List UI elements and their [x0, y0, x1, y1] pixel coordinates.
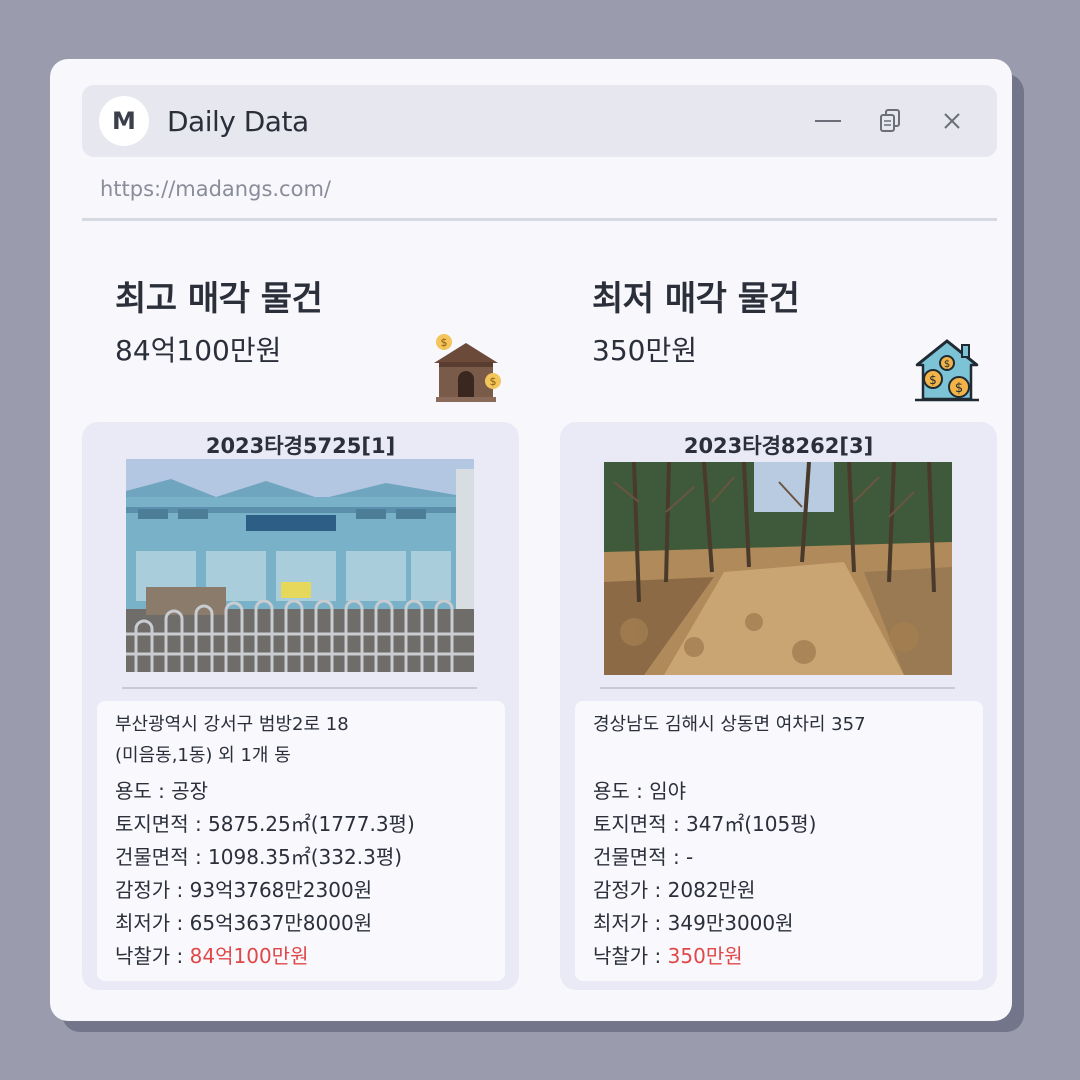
winning-bid-label: 낙찰가 : [593, 944, 668, 968]
header-divider [82, 218, 997, 221]
house-coins-icon: $ $ $ [915, 337, 979, 407]
svg-text:$: $ [441, 336, 448, 349]
card-divider [600, 687, 955, 689]
address: 부산광역시 강서구 범방2로 18 (미음동,1동) 외 1개 동 [115, 709, 487, 775]
winning-bid-value: 350만원 [667, 944, 743, 968]
winning-bid: 낙찰가 : 84억100만원 [115, 940, 487, 973]
app-logo: M [99, 96, 149, 146]
property-info: 부산광역시 강서구 범방2로 18 (미음동,1동) 외 1개 동 용도 : 공… [97, 701, 505, 981]
appraised-price: 감정가 : 2082만원 [593, 878, 756, 902]
appraised-price: 감정가 : 93억3768만2300원 [115, 878, 373, 902]
usage: 용도 : 공장 [115, 779, 209, 803]
lowest-heading: 최저 매각 물건 [592, 279, 800, 319]
url-text[interactable]: https://madangs.com/ [100, 177, 331, 201]
land-area: 토지면적 : 5875.25㎡(1777.3평) [115, 812, 415, 836]
factory-building-photo [126, 459, 474, 672]
app-window: M Daily Data https://madangs.com/ 최고 매각 … [50, 59, 1012, 1021]
land-area: 토지면적 : 347㎡(105평) [593, 812, 817, 836]
lowest-price: 350만원 [592, 334, 697, 367]
property-info: 경상남도 김해시 상동면 여차리 357 용도 : 임야 토지면적 : 347㎡… [575, 701, 983, 981]
close-button[interactable] [921, 101, 983, 141]
window-controls [797, 101, 983, 141]
case-number[interactable]: 2023타경5725[1] [82, 430, 519, 460]
building-area: 건물면적 : - [593, 845, 694, 869]
copy-button[interactable] [859, 101, 921, 141]
highest-card[interactable]: 2023타경5725[1] 부산광역시 강서구 범방2로 18 (미음동,1동)… [82, 422, 519, 990]
app-title: Daily Data [167, 104, 309, 138]
address-line-1: 부산광역시 강서구 범방2로 18 [115, 714, 349, 735]
copy-icon [880, 109, 900, 132]
winning-bid: 낙찰가 : 350만원 [593, 940, 965, 973]
highest-price: 84억100만원 [115, 334, 282, 367]
minimum-price: 최저가 : 65억3637만8000원 [115, 911, 373, 935]
lowest-card[interactable]: 2023타경8262[3] 경상남도 김해시 상동면 여차리 357 용도: … [560, 422, 997, 990]
minimize-button[interactable] [797, 101, 859, 141]
usage: 용도 : 임야 [593, 779, 687, 803]
address-line-2: (미음동,1동) 외 1개 동 [115, 745, 291, 766]
address: 경상남도 김해시 상동면 여차리 357 [593, 709, 965, 775]
winning-bid-value: 84억100만원 [189, 944, 309, 968]
house-money-icon: $ $ [430, 331, 502, 407]
card-divider [122, 687, 477, 689]
close-icon [944, 113, 960, 129]
minimum-price: 최저가 : 349만3000원 [593, 911, 794, 935]
svg-text:$: $ [490, 375, 497, 388]
address-line-1: 경상남도 김해시 상동면 여차리 357 [593, 714, 866, 735]
svg-text:$: $ [929, 373, 937, 387]
winning-bid-label: 낙찰가 : [115, 944, 190, 968]
highest-heading: 최고 매각 물건 [115, 279, 323, 319]
svg-text:$: $ [944, 359, 950, 370]
minimize-icon [815, 120, 841, 122]
forest-land-photo [604, 462, 952, 675]
svg-text:$: $ [955, 381, 963, 396]
case-number[interactable]: 2023타경8262[3] [560, 430, 997, 460]
building-area: 건물면적 : 1098.35㎡(332.3평) [115, 845, 403, 869]
title-bar: M Daily Data [82, 85, 997, 157]
